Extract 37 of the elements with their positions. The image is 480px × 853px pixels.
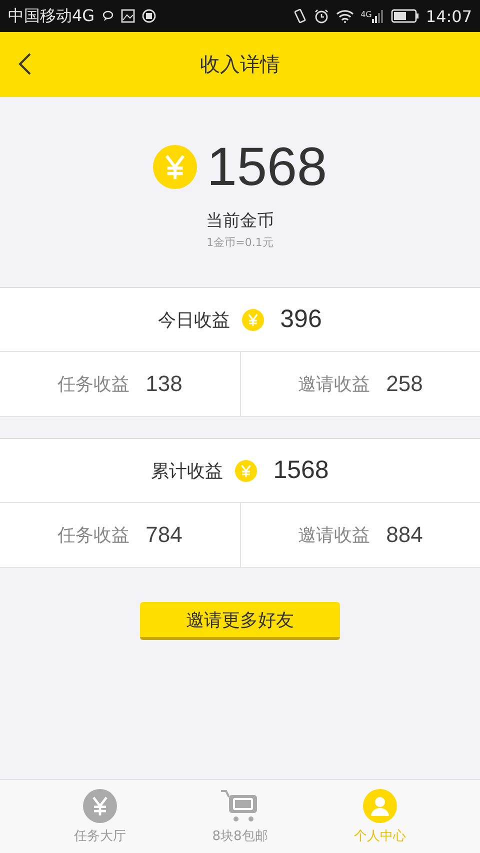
nav-tab[interactable]: 8块8包邮 [170,780,310,853]
page-title: 收入详情 [200,51,280,78]
earning-label: 邀请收益 [298,373,370,396]
earning-label: 邀请收益 [298,524,370,547]
earning-label: 任务收益 [58,373,130,396]
earning-value: 884 [386,522,423,548]
nav-tab[interactable]: 任务大厅 [30,780,170,853]
earning-label: 任务收益 [58,524,130,547]
wifi-icon [336,9,354,23]
back-icon[interactable] [18,52,32,76]
coin-amount: 1568 [206,139,328,195]
carrier-label: 中国移动4G [8,6,95,26]
invite-button[interactable]: 邀请更多好友 [140,602,340,640]
earning-value: 784 [146,522,182,548]
signal-icon [372,10,384,22]
person-icon [363,788,397,822]
vibrate-icon [292,8,307,24]
section-total: 396 [280,305,322,334]
clock-label: 14:07 [426,6,472,26]
balance-label: 当前金币 [206,210,274,232]
alarm-icon [314,8,329,24]
coin-icon [152,145,197,189]
network-label: 4G [360,10,372,18]
earning-value: 258 [386,371,423,397]
coin-icon [242,308,264,330]
section-title: 今日收益 [158,308,230,332]
exchange-rate: 1金币=0.1元 [206,235,274,250]
earning-value: 138 [146,371,182,397]
cart-icon [220,788,260,822]
section-total: 1568 [273,456,329,485]
image-icon [120,9,135,23]
coin-icon [83,788,117,822]
nav-tab[interactable]: 个人中心 [310,780,450,853]
battery-icon [390,9,419,23]
coin-icon [235,460,258,482]
section-title: 累计收益 [151,460,224,482]
chat-icon [102,10,114,22]
